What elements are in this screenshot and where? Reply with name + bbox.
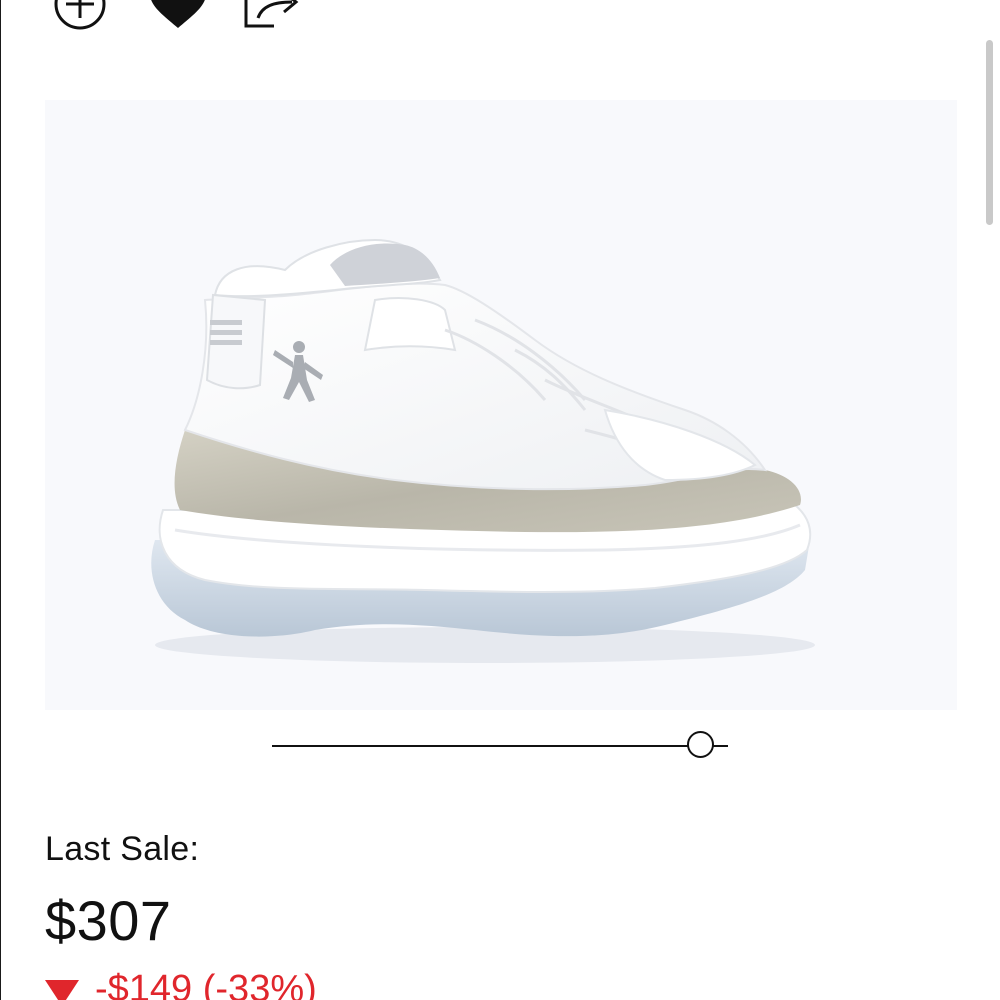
down-arrow-icon (45, 979, 79, 1000)
add-circle-icon (54, 0, 106, 30)
share-button[interactable] (240, 0, 304, 32)
share-icon (244, 0, 299, 28)
price-change-value: -$149 (-33%) (95, 968, 317, 1000)
window-edge (0, 0, 1, 1000)
last-sale-price: $307 (45, 889, 172, 952)
scrollbar[interactable] (986, 40, 993, 225)
add-to-portfolio-button[interactable] (48, 0, 112, 32)
product-detail-page: Last Sale: $307 -$149 (-33%) (0, 0, 1000, 1000)
slider-track (272, 745, 728, 747)
favorite-button[interactable] (146, 0, 210, 32)
price-change: -$149 (-33%) (45, 968, 317, 1000)
heart-icon (151, 0, 205, 28)
slider-thumb[interactable] (687, 731, 715, 758)
product-image[interactable] (45, 100, 957, 710)
image-carousel-slider[interactable] (270, 728, 732, 764)
last-sale-label: Last Sale: (45, 830, 200, 868)
sneaker-image (151, 238, 815, 663)
